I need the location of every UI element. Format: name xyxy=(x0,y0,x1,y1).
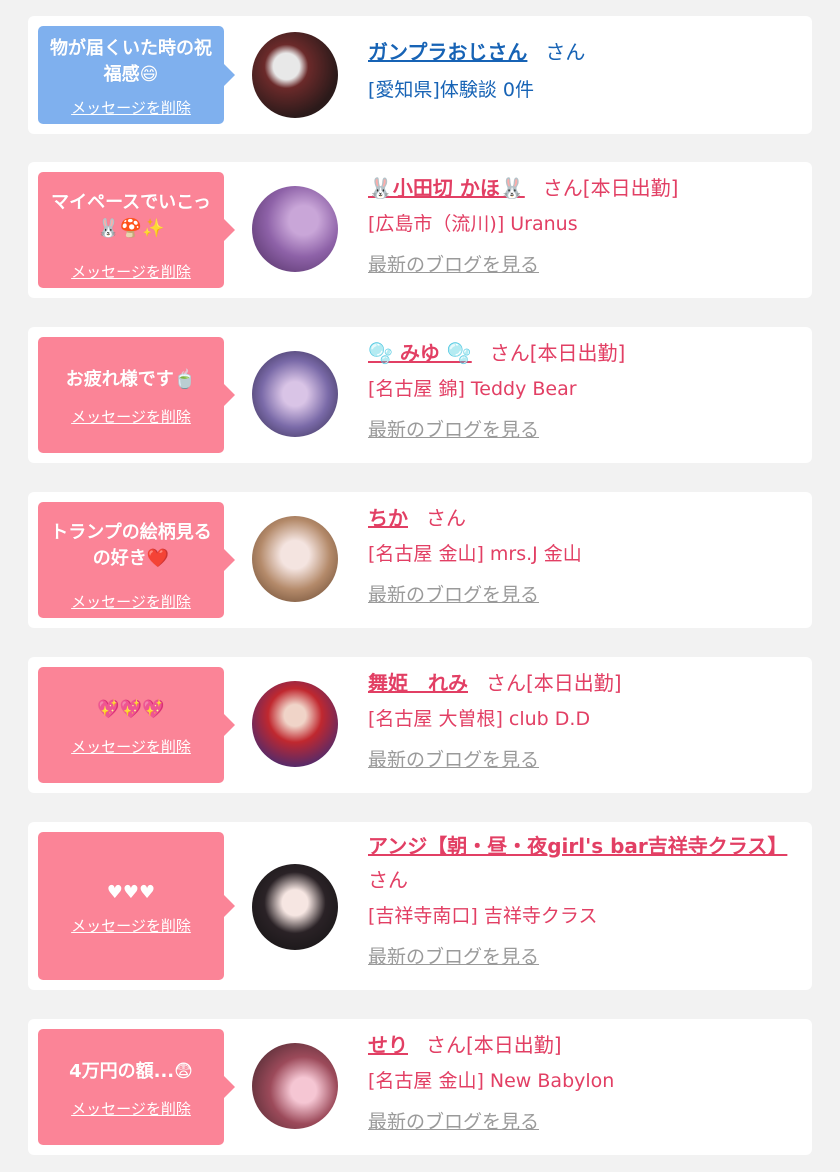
location-text: [広島市（流川)] Uranus xyxy=(368,213,578,235)
delete-message-link[interactable]: メッセージを削除 xyxy=(38,406,224,427)
message-text: ♥♥♥ xyxy=(106,882,156,903)
list-item: マイペースでいこっ🐰🍄✨ メッセージを削除 🐰小田切 かほ🐰 さん[本日出勤] [… xyxy=(28,162,812,298)
name-line: 🫧 みゆ 🫧 さん[本日出勤] xyxy=(368,339,808,367)
name-suffix: さん[本日出勤] xyxy=(426,1033,562,1057)
message-text: お疲れ様です🍵 xyxy=(65,369,197,390)
list-item: ♥♥♥ メッセージを削除 アンジ【朝・昼・夜girl's bar吉祥寺クラス】 … xyxy=(28,822,812,990)
latest-blog-link[interactable]: 最新のブログを見る xyxy=(368,252,539,278)
name-suffix: さん[本日出勤] xyxy=(489,341,626,365)
profile-info: せり さん[本日出勤] [名古屋 金山] New Babylon 最新のブログを見… xyxy=(368,1031,808,1135)
delete-message-link[interactable]: メッセージを削除 xyxy=(38,915,224,936)
delete-message-link[interactable]: メッセージを削除 xyxy=(38,1098,224,1119)
message-bubble: 物が届くいた時の祝福感😄 メッセージを削除 xyxy=(38,26,235,124)
delete-message-link[interactable]: メッセージを削除 xyxy=(38,97,224,118)
location-text: [名古屋 金山] mrs.J 金山 xyxy=(368,543,582,565)
name-suffix: さん[本日出勤] xyxy=(486,671,622,695)
avatar[interactable] xyxy=(252,186,338,272)
avatar[interactable] xyxy=(252,32,338,118)
delete-message-link[interactable]: メッセージを削除 xyxy=(38,591,224,612)
profile-info: 🫧 みゆ 🫧 さん[本日出勤] [名古屋 錦] Teddy Bear 最新のブログ… xyxy=(368,339,808,443)
profile-info: 🐰小田切 かほ🐰 さん[本日出勤] [広島市（流川)] Uranus 最新のブログ… xyxy=(368,174,808,278)
message-bubble: トランプの絵柄見るの好き❤️ メッセージを削除 xyxy=(38,502,235,618)
avatar[interactable] xyxy=(252,516,338,602)
latest-blog-link[interactable]: 最新のブログを見る xyxy=(368,417,539,443)
list-item: 物が届くいた時の祝福感😄 メッセージを削除 ガンプラおじさん さん [愛知県]体験… xyxy=(28,16,812,134)
profile-name-link[interactable]: ちか xyxy=(368,506,408,530)
location-text: [愛知県]体験談 0件 xyxy=(368,79,534,101)
message-bubble: 💖💖💖 メッセージを削除 xyxy=(38,667,235,783)
name-suffix: さん[本日出勤] xyxy=(542,176,679,200)
message-text: 物が届くいた時の祝福感😄 xyxy=(50,38,212,85)
profile-name-link[interactable]: アンジ【朝・昼・夜girl's bar吉祥寺クラス】 xyxy=(368,834,787,858)
name-line: ガンプラおじさん さん xyxy=(368,38,808,66)
location-text: [名古屋 錦] Teddy Bear xyxy=(368,378,577,400)
message-bubble: 4万円の額...😨 メッセージを削除 xyxy=(38,1029,235,1145)
name-suffix: さん xyxy=(545,40,586,64)
avatar[interactable] xyxy=(252,864,338,950)
profile-name-link[interactable]: ガンプラおじさん xyxy=(368,40,527,64)
profile-name-link[interactable]: せり xyxy=(368,1033,408,1057)
location-text: [吉祥寺南口] 吉祥寺クラス xyxy=(368,905,598,927)
profile-name-link[interactable]: 🫧 みゆ 🫧 xyxy=(368,341,472,365)
name-suffix: さん xyxy=(368,868,408,892)
profile-info: ガンプラおじさん さん [愛知県]体験談 0件 xyxy=(368,38,808,104)
message-bubble: ♥♥♥ メッセージを削除 xyxy=(38,832,235,980)
profile-info: アンジ【朝・昼・夜girl's bar吉祥寺クラス】 さん [吉祥寺南口] 吉祥… xyxy=(368,832,808,970)
latest-blog-link[interactable]: 最新のブログを見る xyxy=(368,944,539,970)
message-list: 物が届くいた時の祝福感😄 メッセージを削除 ガンプラおじさん さん [愛知県]体験… xyxy=(0,0,840,1172)
name-suffix: さん xyxy=(426,506,466,530)
name-line: アンジ【朝・昼・夜girl's bar吉祥寺クラス】 さん xyxy=(368,832,808,894)
delete-message-link[interactable]: メッセージを削除 xyxy=(38,261,224,282)
message-bubble: マイペースでいこっ🐰🍄✨ メッセージを削除 xyxy=(38,172,235,288)
latest-blog-link[interactable]: 最新のブログを見る xyxy=(368,747,539,773)
avatar[interactable] xyxy=(252,1043,338,1129)
message-text: トランプの絵柄見るの好き❤️ xyxy=(50,522,212,569)
location-text: [名古屋 金山] New Babylon xyxy=(368,1070,615,1092)
message-text: マイペースでいこっ🐰🍄✨ xyxy=(51,192,211,239)
message-text: 💖💖💖 xyxy=(97,699,165,720)
profile-info: ちか さん [名古屋 金山] mrs.J 金山 最新のブログを見る xyxy=(368,504,808,608)
list-item: 💖💖💖 メッセージを削除 舞姫 れみ さん[本日出勤] [名古屋 大曽根] clu… xyxy=(28,657,812,793)
name-line: 舞姫 れみ さん[本日出勤] xyxy=(368,669,808,697)
message-bubble: お疲れ様です🍵 メッセージを削除 xyxy=(38,337,235,453)
location-text: [名古屋 大曽根] club D.D xyxy=(368,708,591,730)
list-item: 4万円の額...😨 メッセージを削除 せり さん[本日出勤] [名古屋 金山] N… xyxy=(28,1019,812,1155)
name-line: 🐰小田切 かほ🐰 さん[本日出勤] xyxy=(368,174,808,202)
avatar[interactable] xyxy=(252,351,338,437)
profile-info: 舞姫 れみ さん[本日出勤] [名古屋 大曽根] club D.D 最新のブログを… xyxy=(368,669,808,773)
name-line: ちか さん xyxy=(368,504,808,532)
latest-blog-link[interactable]: 最新のブログを見る xyxy=(368,582,539,608)
delete-message-link[interactable]: メッセージを削除 xyxy=(38,736,224,757)
message-text: 4万円の額...😨 xyxy=(69,1061,193,1082)
profile-name-link[interactable]: 🐰小田切 かほ🐰 xyxy=(368,176,525,200)
profile-name-link[interactable]: 舞姫 れみ xyxy=(368,671,468,695)
list-item: お疲れ様です🍵 メッセージを削除 🫧 みゆ 🫧 さん[本日出勤] [名古屋 錦] … xyxy=(28,327,812,463)
latest-blog-link[interactable]: 最新のブログを見る xyxy=(368,1109,539,1135)
name-line: せり さん[本日出勤] xyxy=(368,1031,808,1059)
list-item: トランプの絵柄見るの好き❤️ メッセージを削除 ちか さん [名古屋 金山] mr… xyxy=(28,492,812,628)
avatar[interactable] xyxy=(252,681,338,767)
